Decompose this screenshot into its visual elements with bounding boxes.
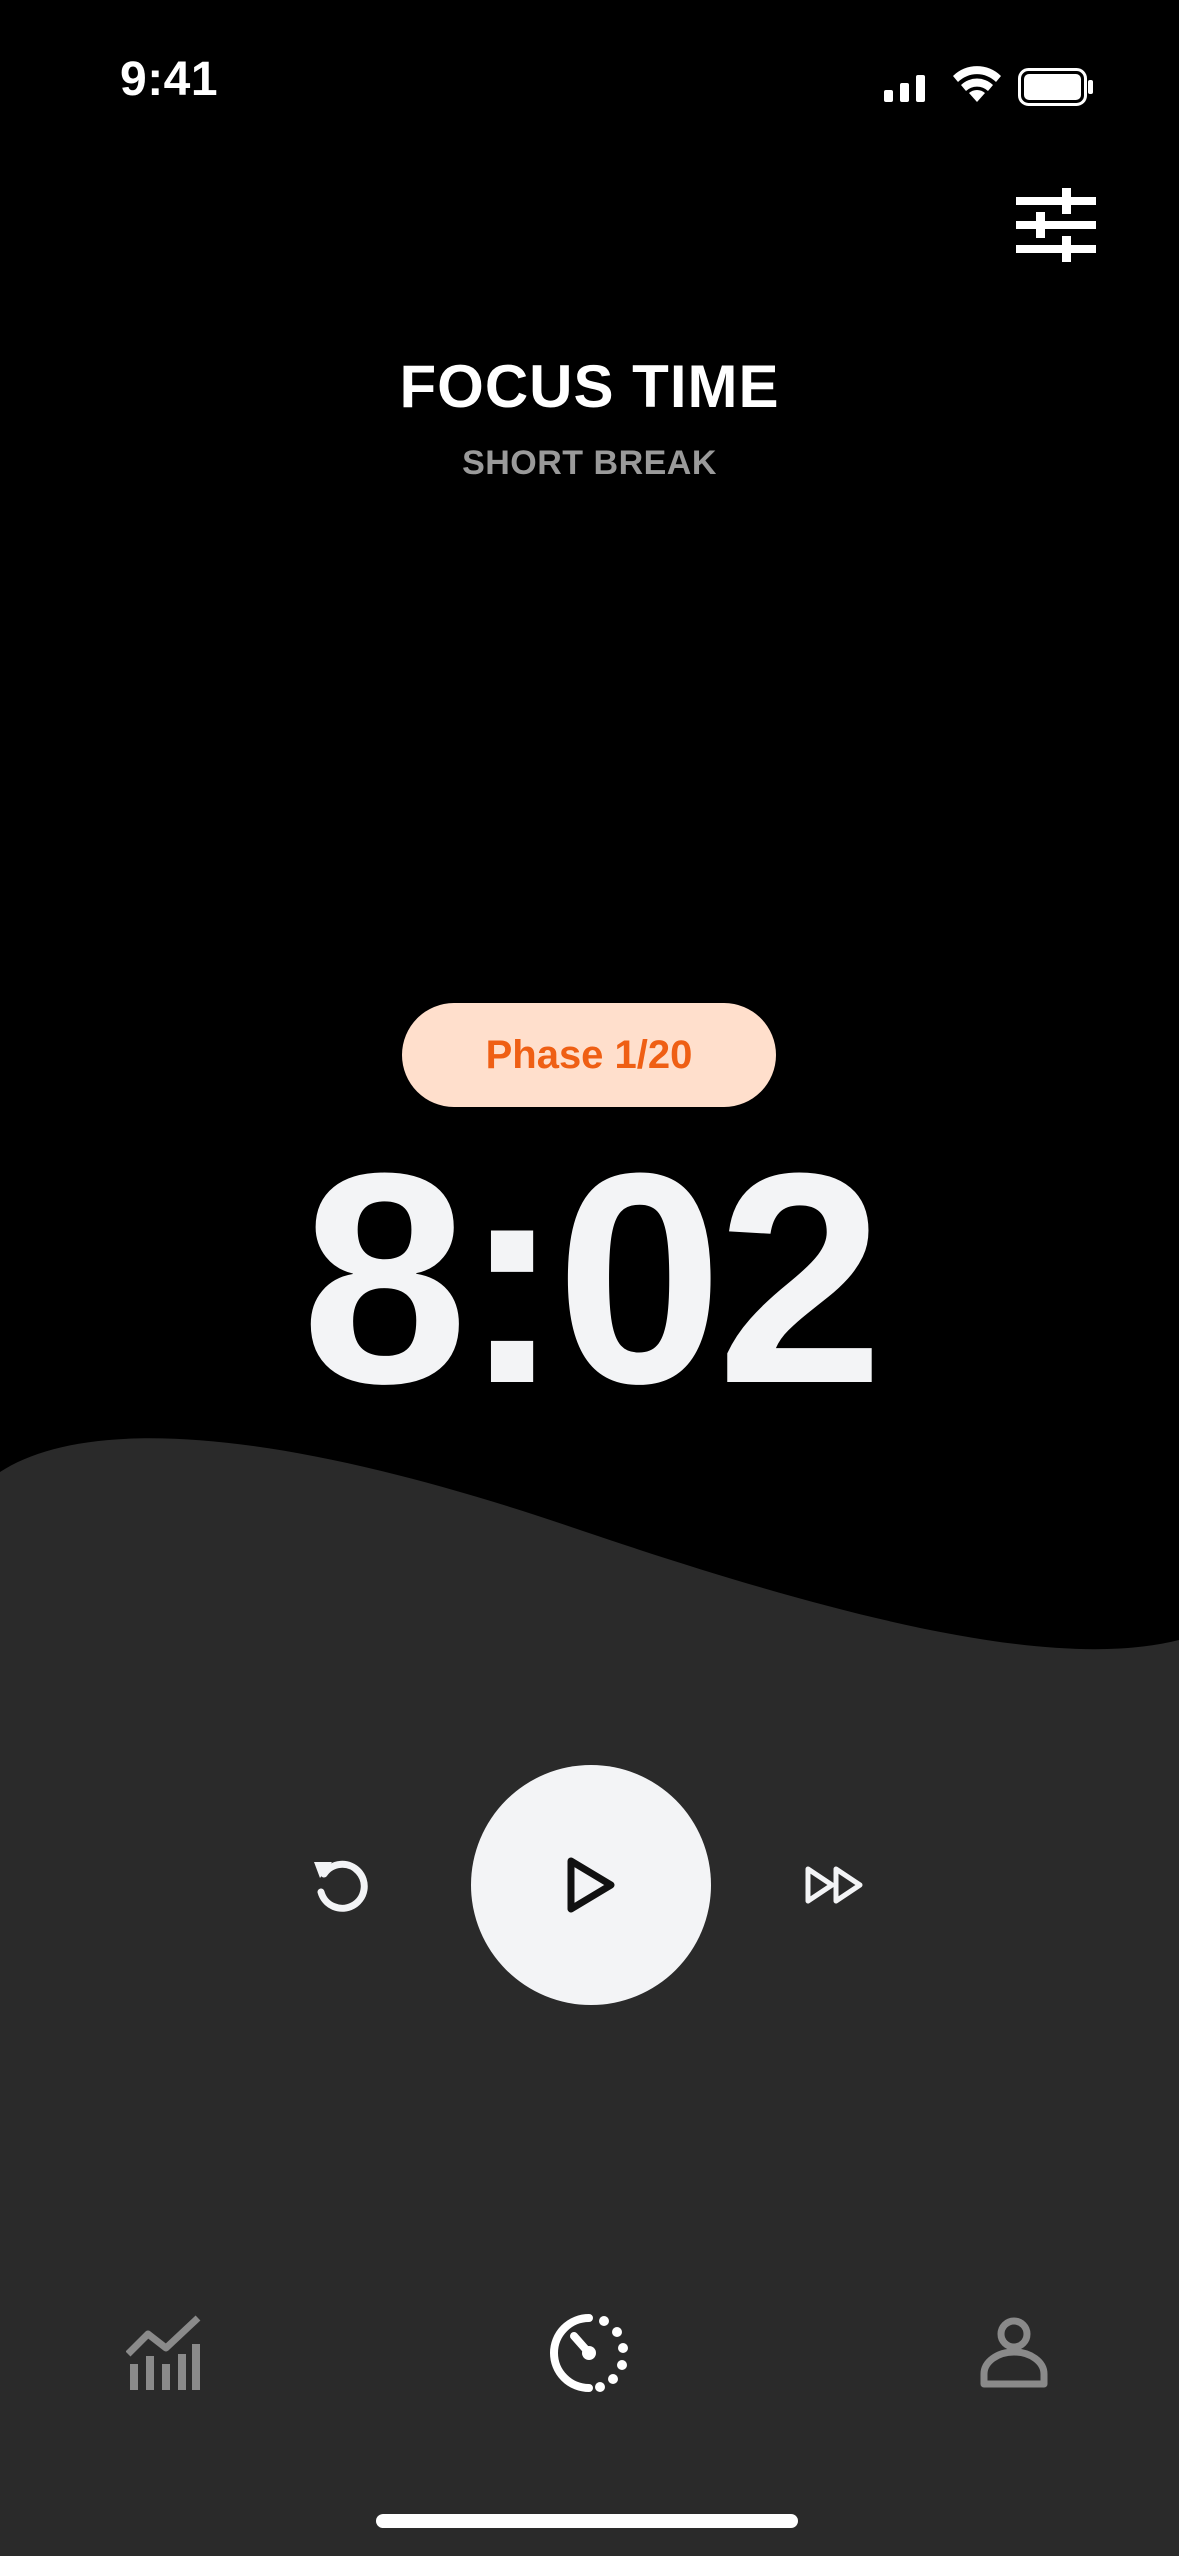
fast-forward-icon[interactable] [804,1864,866,1906]
phase-label: Phase 1/20 [485,1032,693,1077]
phase-badge: Phase 1/20 [402,1003,776,1107]
profile-icon[interactable] [978,2316,1050,2388]
home-indicator [376,2514,798,2528]
status-time: 9:41 [120,53,219,106]
wifi-icon [953,66,1001,102]
play-icon [567,1857,615,1913]
chart-icon[interactable] [126,2314,202,2390]
timer-icon[interactable] [546,2310,632,2396]
reset-icon[interactable] [310,1852,376,1918]
countdown-timer: 8:02 [301,1110,883,1446]
battery-icon [1018,68,1093,106]
cellular-signal-icon [884,75,925,102]
session-title: FOCUS TIME [399,353,780,420]
session-subtitle: SHORT BREAK [462,444,717,482]
sliders-icon[interactable] [1016,188,1096,262]
play-button[interactable] [471,1765,711,2005]
